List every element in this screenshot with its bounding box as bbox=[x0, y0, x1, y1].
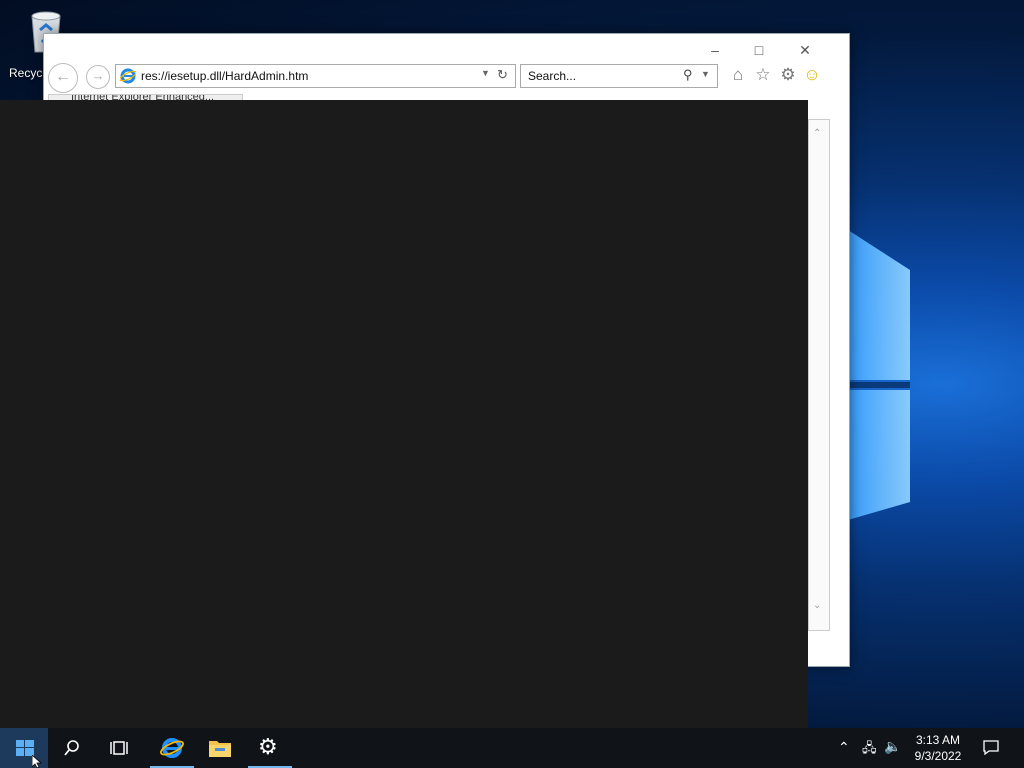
clock-date: 9/3/2022 bbox=[914, 749, 962, 763]
taskbar-clock[interactable]: 3:13 AM 9/3/2022 bbox=[908, 732, 968, 764]
taskbar-search-button[interactable] bbox=[48, 728, 96, 768]
close-button[interactable]: ✕ bbox=[792, 40, 818, 60]
settings-gear-icon[interactable]: ⚙ bbox=[778, 65, 798, 85]
search-dropdown-icon[interactable]: ▼ bbox=[701, 69, 710, 79]
taskbar: ⚙ ⌃ 🖧 🔈 3:13 AM 9/3/2022 bbox=[0, 728, 1024, 768]
volume-muted-icon: 🔈 bbox=[884, 738, 902, 754]
taskbar-internet-explorer[interactable] bbox=[148, 728, 196, 768]
home-icon[interactable]: ⌂ bbox=[728, 65, 748, 85]
network-status[interactable]: 🖧 bbox=[862, 728, 880, 768]
windows-start-icon bbox=[16, 740, 34, 756]
refresh-icon[interactable]: ↻ bbox=[497, 67, 508, 83]
search-box[interactable]: Search... ⚲ ▼ bbox=[520, 64, 718, 88]
taskbar-file-explorer[interactable] bbox=[196, 728, 244, 768]
recycle-bin-label: Recycl bbox=[9, 66, 46, 80]
taskbar-settings[interactable]: ⚙ bbox=[246, 728, 294, 768]
folder-icon bbox=[209, 741, 231, 757]
settings-gear-icon: ⚙ bbox=[258, 734, 278, 759]
notification-icon bbox=[983, 740, 999, 755]
task-view-button[interactable] bbox=[96, 728, 144, 768]
feedback-smiley-icon[interactable]: ☺ bbox=[802, 65, 822, 85]
search-icon[interactable]: ⚲ bbox=[683, 67, 693, 83]
scroll-down-icon[interactable]: ⌄ bbox=[813, 600, 821, 611]
minimize-button[interactable]: – bbox=[702, 40, 728, 60]
chevron-up-icon: ⌃ bbox=[838, 739, 850, 755]
action-center-button[interactable] bbox=[980, 728, 1004, 768]
ie-page-icon bbox=[120, 68, 136, 84]
show-hidden-icons[interactable]: ⌃ bbox=[838, 728, 854, 768]
volume-status[interactable]: 🔈 bbox=[884, 728, 904, 768]
search-input[interactable]: Search... bbox=[528, 69, 576, 83]
favorites-star-icon[interactable]: ☆ bbox=[753, 65, 773, 85]
address-text: res://iesetup.dll/HardAdmin.htm bbox=[141, 69, 309, 83]
address-bar[interactable]: res://iesetup.dll/HardAdmin.htm ▼ ↻ bbox=[115, 64, 516, 88]
clock-time: 3:13 AM bbox=[915, 733, 961, 747]
forward-button[interactable]: → bbox=[86, 65, 110, 89]
dark-overlay-panel[interactable] bbox=[0, 100, 808, 728]
scroll-up-icon[interactable]: ⌃ bbox=[813, 128, 821, 139]
back-button[interactable]: ← bbox=[48, 63, 78, 93]
task-view-icon bbox=[110, 741, 128, 755]
network-icon: 🖧 bbox=[862, 740, 877, 755]
title-bar[interactable]: – □ ✕ bbox=[44, 34, 849, 64]
internet-explorer-icon bbox=[160, 738, 184, 758]
maximize-button[interactable]: □ bbox=[746, 40, 772, 60]
search-icon bbox=[64, 740, 79, 756]
address-dropdown-icon[interactable]: ▼ bbox=[481, 68, 490, 78]
mouse-cursor bbox=[32, 755, 43, 768]
vertical-scrollbar[interactable]: ⌃ ⌄ bbox=[808, 119, 830, 631]
windows-wallpaper-logo bbox=[848, 230, 910, 520]
